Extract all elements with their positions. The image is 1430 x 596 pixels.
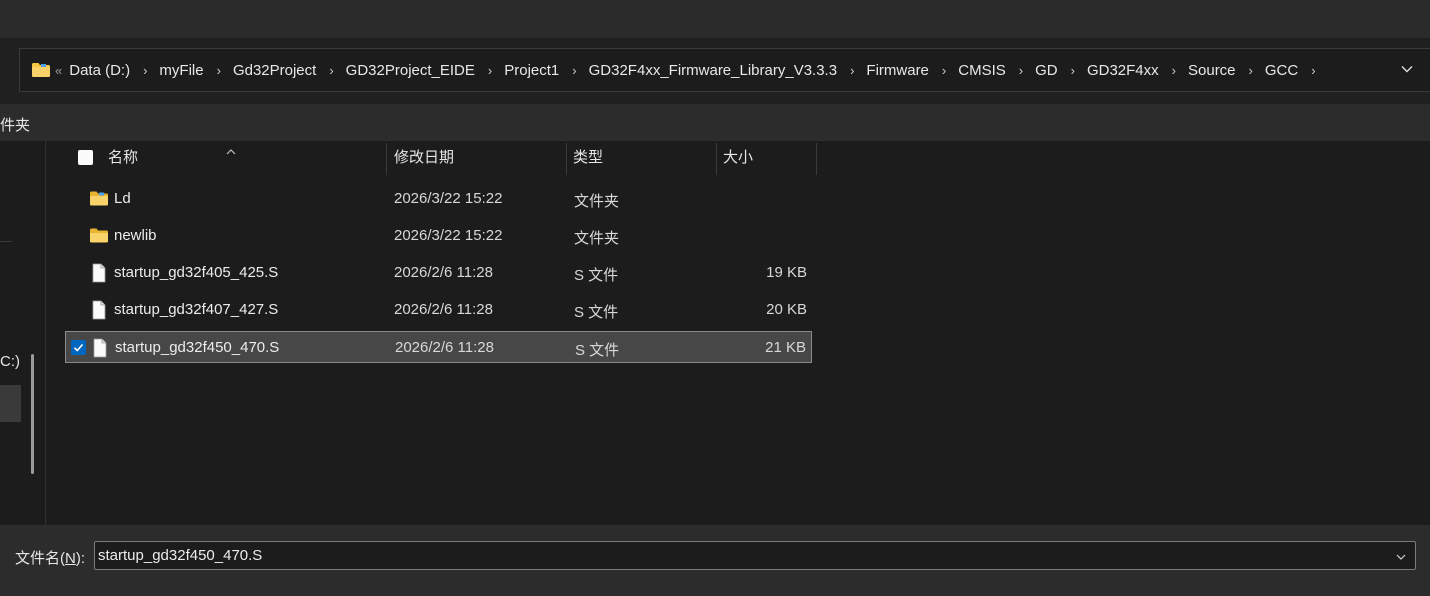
file-row[interactable]: newlib 2026/3/22 15:22 文件夹 <box>65 220 812 252</box>
breadcrumb-item[interactable]: GD32Project_EIDE <box>346 62 475 79</box>
nav-scrollbar[interactable] <box>31 354 34 474</box>
nav-item-selected[interactable] <box>0 385 21 422</box>
folder-icon <box>90 189 108 209</box>
file-date: 2026/2/6 11:28 <box>394 264 493 281</box>
filename-combobox[interactable] <box>94 541 1416 570</box>
nav-item-drive-c[interactable]: C:) <box>0 353 20 370</box>
file-icon <box>90 263 108 283</box>
folder-icon <box>90 226 108 246</box>
chevron-right-icon[interactable]: › <box>488 63 492 78</box>
filename-input[interactable] <box>98 547 1378 564</box>
file-date: 2026/3/22 15:22 <box>394 190 503 207</box>
new-folder-button[interactable]: 件夹 <box>0 114 30 135</box>
file-name: startup_gd32f450_470.S <box>115 339 280 356</box>
breadcrumb-item[interactable]: GD32F4xx_Firmware_Library_V3.3.3 <box>589 62 837 79</box>
title-bar <box>0 0 1430 38</box>
row-checkbox[interactable] <box>71 340 86 355</box>
breadcrumb: Data (D:) › myFile › Gd32Project › GD32Project… <box>69 62 1327 79</box>
breadcrumb-item[interactable]: GD <box>1035 62 1058 79</box>
column-header-row: 名称 修改日期 类型 大小 <box>47 141 1430 175</box>
address-bar[interactable]: « Data (D:) › myFile › Gd32Project › GD32Proje… <box>19 48 1430 92</box>
chevron-right-icon[interactable]: › <box>217 63 221 78</box>
file-size: 20 KB <box>766 301 807 318</box>
file-name: Ld <box>114 190 131 207</box>
file-size: 19 KB <box>766 264 807 281</box>
column-header-type[interactable]: 类型 <box>573 141 603 175</box>
file-row[interactable]: startup_gd32f405_425.S 2026/2/6 11:28 S … <box>65 257 812 289</box>
file-name: startup_gd32f407_427.S <box>114 301 279 318</box>
navigation-pane: C:) <box>0 141 46 525</box>
chevron-right-icon[interactable]: › <box>329 63 333 78</box>
chevron-right-icon[interactable]: › <box>1071 63 1075 78</box>
chevron-down-icon[interactable] <box>1400 62 1414 76</box>
column-divider[interactable] <box>566 143 567 175</box>
breadcrumb-item[interactable]: CMSIS <box>958 62 1006 79</box>
select-all-checkbox[interactable] <box>78 150 93 165</box>
file-row-selected[interactable]: startup_gd32f450_470.S 2026/2/6 11:28 S … <box>65 331 812 363</box>
file-type: S 文件 <box>574 304 619 321</box>
breadcrumb-item[interactable]: Project1 <box>504 62 559 79</box>
column-header-name[interactable]: 名称 <box>108 141 138 175</box>
file-row[interactable]: Ld 2026/3/22 15:22 文件夹 <box>65 183 812 215</box>
column-header-size[interactable]: 大小 <box>723 141 753 175</box>
address-row: « Data (D:) › myFile › Gd32Project › GD32Proje… <box>0 38 1430 104</box>
address-overflow-button[interactable]: « <box>55 63 62 78</box>
breadcrumb-item[interactable]: Firmware <box>866 62 929 79</box>
file-type: S 文件 <box>575 342 620 359</box>
chevron-down-icon[interactable] <box>1395 550 1407 562</box>
toolbar: 件夹 <box>0 104 1430 141</box>
checkmark-icon <box>73 343 84 352</box>
file-size: 21 KB <box>765 339 806 356</box>
file-row[interactable]: startup_gd32f407_427.S 2026/2/6 11:28 S … <box>65 294 812 326</box>
filename-bar: 文件名(N): <box>0 525 1430 596</box>
file-date: 2026/2/6 11:28 <box>394 301 493 318</box>
chevron-right-icon[interactable]: › <box>1019 63 1023 78</box>
breadcrumb-item[interactable]: Data (D:) <box>69 62 130 79</box>
filename-label: 文件名(N): <box>15 550 86 567</box>
file-type: 文件夹 <box>574 193 620 210</box>
chevron-right-icon[interactable]: › <box>1249 63 1253 78</box>
chevron-right-icon[interactable]: › <box>143 63 147 78</box>
column-header-date[interactable]: 修改日期 <box>394 141 454 175</box>
breadcrumb-item[interactable]: Gd32Project <box>233 62 316 79</box>
chevron-right-icon[interactable]: › <box>850 63 854 78</box>
file-name: newlib <box>114 227 157 244</box>
breadcrumb-item[interactable]: myFile <box>159 62 203 79</box>
file-list-pane: 名称 修改日期 类型 大小 Ld 2026/3/22 15:22 文件夹 new… <box>47 141 1430 525</box>
breadcrumb-item[interactable]: GD32F4xx <box>1087 62 1159 79</box>
folder-icon <box>32 63 50 77</box>
chevron-right-icon[interactable]: › <box>572 63 576 78</box>
column-divider[interactable] <box>386 143 387 175</box>
file-name: startup_gd32f405_425.S <box>114 264 279 281</box>
column-divider[interactable] <box>716 143 717 175</box>
breadcrumb-item[interactable]: GCC <box>1265 62 1298 79</box>
sort-ascending-icon <box>226 143 236 155</box>
file-type: S 文件 <box>574 267 619 284</box>
file-date: 2026/2/6 11:28 <box>395 339 494 356</box>
chevron-right-icon[interactable]: › <box>1311 63 1315 78</box>
file-type: 文件夹 <box>574 230 620 247</box>
breadcrumb-item[interactable]: Source <box>1188 62 1236 79</box>
file-date: 2026/3/22 15:22 <box>394 227 503 244</box>
file-icon <box>90 300 108 320</box>
column-divider[interactable] <box>816 143 817 175</box>
file-icon <box>91 338 109 358</box>
chevron-right-icon[interactable]: › <box>1172 63 1176 78</box>
chevron-right-icon[interactable]: › <box>942 63 946 78</box>
nav-divider <box>0 241 12 242</box>
